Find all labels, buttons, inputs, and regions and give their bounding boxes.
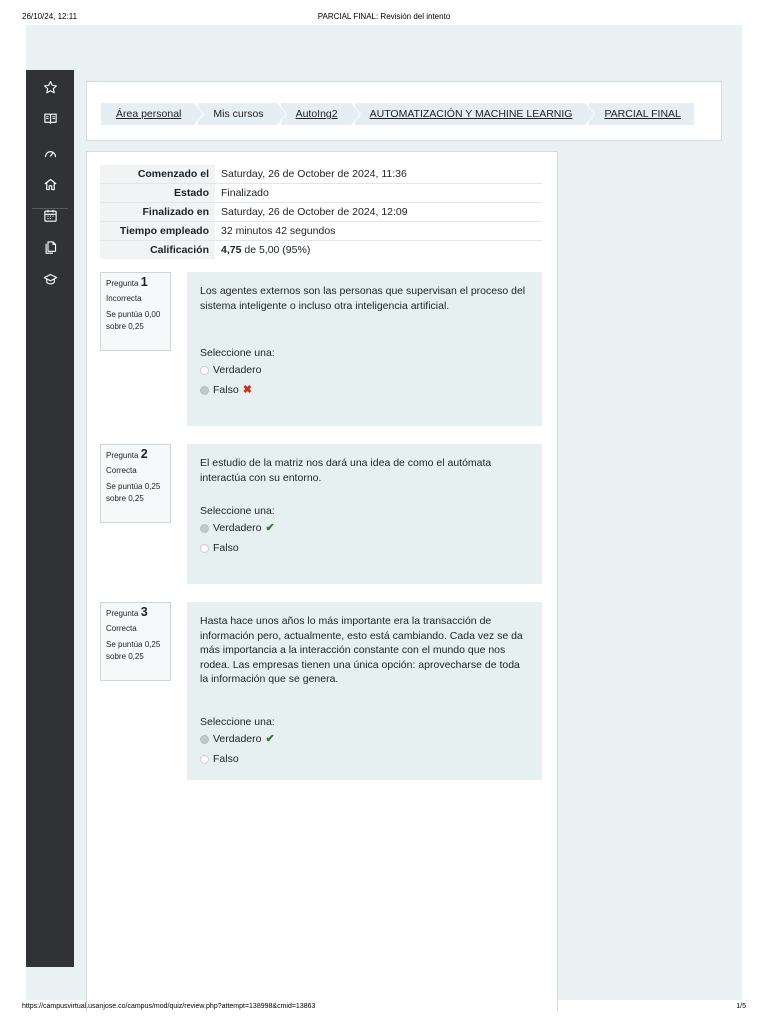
summary-label: Tiempo empleado bbox=[100, 221, 215, 241]
summary-value: 32 minutos 42 segundos bbox=[215, 221, 542, 241]
question-number: 3 bbox=[140, 605, 148, 619]
graduation-cap-icon[interactable] bbox=[38, 267, 62, 291]
grade-value: 4,75 bbox=[221, 244, 242, 256]
option-label: Verdadero bbox=[213, 522, 262, 535]
option-label: Falso bbox=[213, 752, 239, 765]
breadcrumb-mis-cursos: Mis cursos bbox=[198, 103, 287, 125]
question-grade: Se puntúa 0,25 sobre 0,25 bbox=[106, 482, 161, 503]
summary-value: Saturday, 26 de October de 2024, 11:36 bbox=[215, 165, 542, 184]
print-header: 26/10/24, 12:11 PARCIAL FINAL: Revisión … bbox=[0, 12, 768, 24]
breadcrumb: Área personal Mis cursos AutoIng2 AUTOMA… bbox=[101, 103, 698, 125]
grade-rest: de 5,00 (95%) bbox=[241, 244, 311, 256]
answer-option-verdadero[interactable]: Verdadero bbox=[200, 361, 529, 381]
question-body-1: Los agentes externos son las personas qu… bbox=[187, 272, 542, 426]
summary-row: Estado Finalizado bbox=[100, 183, 542, 203]
option-label: Falso bbox=[213, 384, 239, 397]
question-grade: Se puntúa 0,25 sobre 0,25 bbox=[106, 640, 161, 661]
question-body-2: El estudio de la matriz nos dará una ide… bbox=[187, 444, 542, 584]
incorrect-icon: ✖ bbox=[242, 384, 252, 397]
question-info-1: Pregunta 1 Incorrecta Se puntúa 0,00 sob… bbox=[100, 272, 171, 351]
summary-row: Comenzado el Saturday, 26 de October de … bbox=[100, 165, 542, 184]
breadcrumb-card: Área personal Mis cursos AutoIng2 AUTOMA… bbox=[86, 81, 722, 141]
option-label: Verdadero bbox=[213, 364, 262, 377]
correct-icon: ✔ bbox=[265, 732, 275, 745]
book-icon[interactable] bbox=[38, 106, 62, 130]
question-grade: Se puntúa 0,00 sobre 0,25 bbox=[106, 310, 161, 331]
summary-label: Calificación bbox=[100, 240, 215, 259]
print-page-number: 1/5 bbox=[736, 1003, 746, 1010]
answer-option-falso[interactable]: Falso bbox=[200, 749, 529, 769]
select-label: Seleccione una: bbox=[200, 347, 275, 359]
summary-label: Comenzado el bbox=[100, 165, 215, 184]
breadcrumb-section[interactable]: AUTOMATIZACIÓN Y MACHINE LEARNIG bbox=[354, 103, 596, 125]
print-footer: https://campusvirtual.usanjose.co/campus… bbox=[0, 1003, 768, 1015]
question-body-3: Hasta hace unos años lo más importante e… bbox=[187, 602, 542, 780]
question-text: Los agentes externos son las personas qu… bbox=[200, 285, 526, 312]
breadcrumb-area-personal[interactable]: Área personal bbox=[101, 103, 205, 125]
attempt-summary-table: Comenzado el Saturday, 26 de October de … bbox=[100, 165, 542, 259]
select-label: Seleccione una: bbox=[200, 715, 275, 728]
correct-icon: ✔ bbox=[265, 522, 275, 535]
radio-button-selected[interactable] bbox=[200, 386, 209, 395]
answer-option-verdadero[interactable]: Verdadero ✔ bbox=[200, 519, 529, 539]
calendar-icon[interactable] bbox=[38, 203, 62, 227]
breadcrumb-course[interactable]: AutoIng2 bbox=[280, 103, 361, 125]
option-label: Verdadero bbox=[213, 732, 262, 745]
question-number: 1 bbox=[140, 275, 148, 289]
breadcrumb-quiz[interactable]: PARCIAL FINAL bbox=[589, 103, 694, 125]
files-icon[interactable] bbox=[38, 235, 62, 259]
question-state: Correcta bbox=[106, 465, 137, 475]
question-info-2: Pregunta 2 Correcta Se puntúa 0,25 sobre… bbox=[100, 444, 171, 523]
speedometer-icon[interactable] bbox=[38, 141, 62, 165]
question-text: El estudio de la matriz nos dará una ide… bbox=[200, 457, 492, 484]
question-state: Correcta bbox=[106, 623, 137, 633]
question-info-3: Pregunta 3 Correcta Se puntúa 0,25 sobre… bbox=[100, 602, 171, 681]
radio-button-selected[interactable] bbox=[200, 734, 209, 744]
question-number: 2 bbox=[140, 447, 148, 461]
home-icon[interactable] bbox=[38, 172, 62, 196]
question-prefix: Pregunta bbox=[106, 609, 139, 618]
radio-button[interactable] bbox=[200, 754, 209, 764]
question-prefix: Pregunta bbox=[106, 451, 139, 460]
select-label: Seleccione una: bbox=[200, 505, 275, 517]
summary-row: Tiempo empleado 32 minutos 42 segundos bbox=[100, 221, 542, 241]
summary-label: Finalizado en bbox=[100, 202, 215, 222]
option-label: Falso bbox=[213, 542, 239, 555]
answer-option-falso[interactable]: Falso ✖ bbox=[200, 381, 529, 401]
print-title: PARCIAL FINAL: Revisión del intento bbox=[317, 12, 451, 21]
summary-value: 4,75 de 5,00 (95%) bbox=[215, 240, 542, 259]
radio-button-selected[interactable] bbox=[200, 524, 209, 533]
summary-value: Finalizado bbox=[215, 183, 542, 203]
question-prefix: Pregunta bbox=[106, 279, 139, 288]
radio-button[interactable] bbox=[200, 366, 209, 375]
question-text: Hasta hace unos años lo más importante e… bbox=[200, 615, 523, 685]
summary-row: Calificación 4,75 de 5,00 (95%) bbox=[100, 240, 542, 259]
summary-row: Finalizado en Saturday, 26 de October de… bbox=[100, 202, 542, 222]
answer-option-falso[interactable]: Falso bbox=[200, 539, 529, 559]
radio-button[interactable] bbox=[200, 544, 209, 553]
question-state: Incorrecta bbox=[106, 293, 142, 303]
star-icon[interactable] bbox=[38, 75, 62, 99]
answer-option-verdadero[interactable]: Verdadero ✔ bbox=[200, 729, 529, 749]
summary-value: Saturday, 26 de October de 2024, 12:09 bbox=[215, 202, 542, 222]
sidebar bbox=[26, 70, 74, 967]
print-url: https://campusvirtual.usanjose.co/campus… bbox=[22, 1003, 316, 1010]
summary-label: Estado bbox=[100, 183, 215, 203]
